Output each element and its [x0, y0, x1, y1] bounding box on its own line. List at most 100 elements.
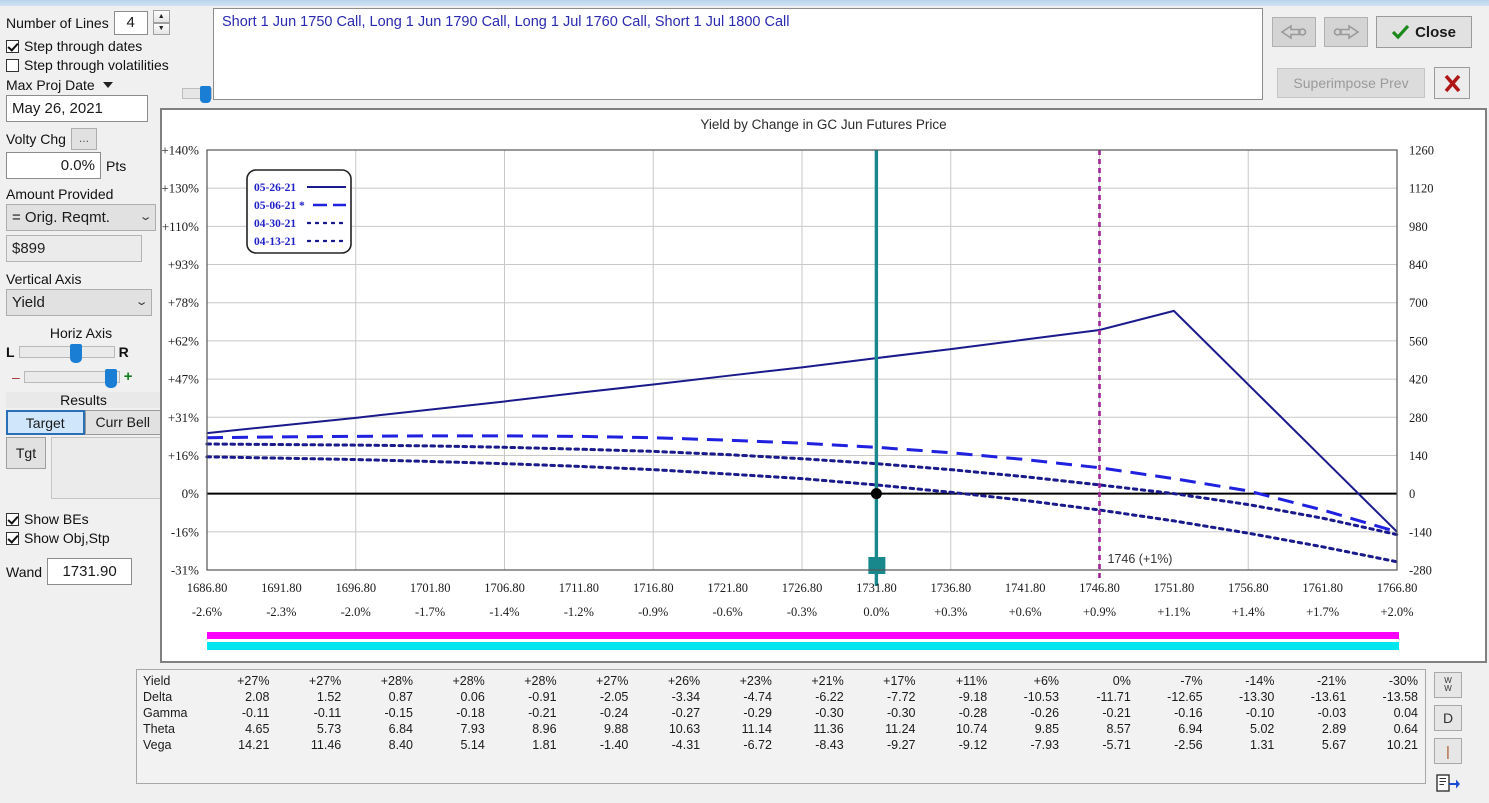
table-cell: -0.30 — [886, 706, 916, 720]
checkbox-icon — [6, 531, 19, 545]
amount-provided-select[interactable]: = Orig. Reqmt. ⌄ — [6, 204, 156, 231]
stepper-down-icon[interactable]: ▼ — [152, 22, 170, 35]
d-label: D — [1442, 710, 1454, 726]
chart-mini-slider[interactable] — [182, 86, 212, 103]
table-cell: -9.18 — [958, 690, 988, 704]
chevron-down-icon: ⌄ — [138, 211, 153, 223]
zoom-minus-label[interactable]: – — [12, 369, 20, 385]
table-cell: -0.29 — [743, 706, 772, 720]
ww-button[interactable]: WW — [1434, 672, 1462, 698]
table-cell: 5.67 — [1321, 738, 1347, 752]
table-cell: 1.31 — [1250, 738, 1275, 752]
prev-button[interactable] — [1272, 17, 1316, 47]
tgt-button[interactable]: Tgt — [6, 437, 46, 469]
x-axis-tick-percent: -2.0% — [341, 605, 371, 619]
x-axis-tick-percent: +1.1% — [1157, 605, 1190, 619]
table-cell: 0.06 — [460, 690, 485, 704]
y-axis-tick-right: 280 — [1409, 411, 1428, 425]
pan-slider-track[interactable] — [18, 344, 115, 363]
max-proj-date-row[interactable]: Max Proj Date — [6, 77, 201, 93]
superimpose-prev-button[interactable]: Superimpose Prev — [1277, 68, 1425, 98]
show-bes-label: Show BEs — [24, 511, 89, 527]
table-cell: 6.94 — [1178, 722, 1203, 736]
x-axis-tick: 1736.80 — [930, 581, 971, 595]
chevron-down-icon[interactable] — [102, 82, 113, 88]
x-axis-tick: 1766.80 — [1377, 581, 1418, 595]
table-cell: +17% — [883, 674, 916, 688]
table-cell: -12.65 — [1167, 690, 1203, 704]
y-axis-tick-left: -31% — [171, 563, 199, 578]
legend-label: 04-30-21 — [254, 218, 296, 230]
table-cell: -0.26 — [1030, 706, 1060, 720]
close-button-label: Close — [1415, 23, 1456, 41]
volty-chg-options-button[interactable]: ... — [70, 128, 97, 150]
chart-mini-slider-thumb[interactable] — [200, 86, 211, 103]
tab-target[interactable]: Target — [6, 410, 85, 435]
close-button[interactable]: Close — [1376, 16, 1472, 48]
table-cell: -9.12 — [958, 738, 988, 752]
table-cell: 14.21 — [238, 738, 270, 752]
export-button[interactable] — [1434, 771, 1462, 795]
yield-chart[interactable]: 1746 (+1%) +140% +130% +110% +93% +78% +62% +47… — [162, 132, 1485, 662]
table-cell: +28% — [524, 674, 557, 688]
y-axis-tick-right: 840 — [1409, 258, 1428, 272]
max-proj-date-input[interactable]: May 26, 2021 — [6, 95, 148, 122]
table-cell: 0.04 — [1393, 706, 1418, 720]
y-axis-tick-right: 560 — [1409, 334, 1428, 348]
i-button[interactable]: | — [1434, 738, 1462, 764]
horiz-right-label: R — [118, 344, 129, 360]
checkbox-icon — [6, 58, 19, 72]
table-row: Delta 2.08 1.52 0.87 0.06 -0.91 -2.05 -3.34 -4.7… — [137, 689, 1425, 705]
table-row: Gamma -0.11 -0.11 -0.15 -0.18 -0.21 -0.24 -0.27… — [137, 705, 1425, 721]
x-axis-tick-percent: -0.9% — [638, 605, 668, 619]
y-axis-tick-left: +78% — [168, 295, 199, 310]
y-axis-tick-left: +93% — [168, 257, 199, 272]
magenta-range-bar — [207, 632, 1399, 639]
table-cell: -0.11 — [313, 706, 342, 720]
x-axis-tick: 1696.80 — [335, 581, 376, 595]
pan-slider-thumb[interactable] — [69, 344, 82, 363]
next-button[interactable] — [1324, 17, 1368, 47]
table-cell: -0.18 — [456, 706, 485, 720]
x-axis-tick-percent: +2.0% — [1380, 605, 1413, 619]
stepper-up-icon[interactable]: ▲ — [152, 10, 170, 23]
table-cell: -7.72 — [886, 690, 916, 704]
x-axis-tick-percent: +0.6% — [1009, 605, 1042, 619]
y-axis-tick-right: 1260 — [1409, 144, 1434, 158]
number-of-lines-input[interactable]: 4 — [113, 10, 148, 35]
arrow-left-icon — [1280, 24, 1307, 40]
tab-curr-bell[interactable]: Curr Bell — [84, 410, 161, 435]
i-label: | — [1446, 743, 1450, 759]
step-through-volatilities-checkbox[interactable]: Step through volatilities — [6, 57, 201, 73]
cancel-button[interactable] — [1434, 67, 1470, 99]
chart-title: Yield by Change in GC Jun Futures Price — [700, 117, 947, 132]
table-cell: 0% — [1112, 674, 1131, 688]
step-through-dates-checkbox[interactable]: Step through dates — [6, 38, 201, 54]
d-button[interactable]: D — [1434, 705, 1462, 731]
zoom-slider-track[interactable] — [23, 368, 120, 388]
table-cell: 5.14 — [460, 738, 485, 752]
amount-provided-value: = Orig. Reqmt. — [12, 209, 110, 226]
x-axis-tick: 1706.80 — [484, 581, 525, 595]
number-of-lines-stepper[interactable]: ▲ ▼ — [152, 10, 170, 35]
cursor-handle[interactable] — [868, 557, 886, 574]
table-cell: 1.52 — [316, 690, 342, 704]
vertical-axis-select[interactable]: Yield ⌄ — [6, 289, 152, 316]
legend-label: 04-13-21 — [254, 236, 296, 248]
table-cell: -2.56 — [1174, 738, 1203, 752]
zoom-plus-label[interactable]: + — [124, 368, 133, 385]
x-axis-tick: 1731.80 — [856, 581, 897, 595]
vertical-axis-value: Yield — [12, 294, 45, 311]
volty-chg-input[interactable]: 0.0% — [6, 152, 101, 179]
table-cell: -4.31 — [671, 738, 701, 752]
x-axis-tick-percent: +0.3% — [934, 605, 967, 619]
table-cell: -13.58 — [1382, 690, 1418, 704]
zoom-slider-thumb[interactable] — [104, 368, 117, 388]
x-axis-tick-percent: -1.4% — [489, 605, 519, 619]
y-axis-tick-left: +110% — [162, 219, 199, 234]
legend-label: 05-26-21 — [254, 182, 296, 194]
cyan-range-bar — [207, 642, 1399, 650]
wand-input[interactable]: 1731.90 — [47, 558, 133, 585]
table-cell: -0.10 — [1245, 706, 1275, 720]
table-cell: +23% — [739, 674, 772, 688]
